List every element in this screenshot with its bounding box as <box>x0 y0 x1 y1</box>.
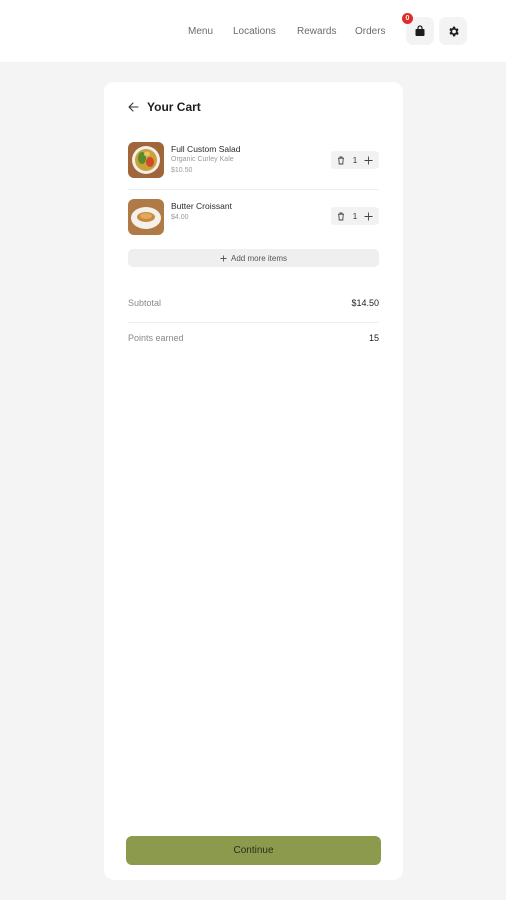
top-navigation: Menu Locations Rewards Orders 0 <box>0 0 506 62</box>
subtotal-value: $14.50 <box>351 298 379 308</box>
cart-item: Full Custom Salad Organic Curley Kale $1… <box>128 142 379 178</box>
nav-link-rewards[interactable]: Rewards <box>297 26 336 38</box>
continue-button[interactable]: Continue <box>126 836 381 865</box>
points-value: 15 <box>368 333 379 343</box>
gear-icon <box>448 26 459 36</box>
arrow-left-icon[interactable] <box>128 102 139 112</box>
quantity-stepper: 1 <box>331 207 379 225</box>
add-more-label: Add more items <box>230 253 288 263</box>
trash-icon[interactable] <box>336 211 346 221</box>
cart-item: Butter Croissant $4.00 1 <box>128 199 379 235</box>
trash-icon[interactable] <box>336 155 346 165</box>
plus-icon <box>220 255 227 261</box>
subtotal-row: Subtotal $14.50 <box>128 298 379 308</box>
plus-icon[interactable] <box>364 211 374 221</box>
croissant-plate-image <box>128 199 164 235</box>
points-row: Points earned 15 <box>128 333 379 343</box>
salad-bowl-image <box>128 142 164 178</box>
cart-panel: Your Cart Full Custom Salad Organic Curl… <box>104 82 403 880</box>
cart-button[interactable]: 0 <box>402 13 434 45</box>
item-description: Organic Curley Kale <box>171 156 234 163</box>
plus-icon[interactable] <box>364 155 374 165</box>
item-name: Butter Croissant <box>171 201 232 211</box>
page-title: Your Cart <box>147 100 201 114</box>
add-more-items-button[interactable]: Add more items <box>128 249 379 267</box>
shopping-bag-icon <box>415 25 425 36</box>
settings-button[interactable] <box>439 17 467 45</box>
divider <box>128 322 379 323</box>
quantity-stepper: 1 <box>331 151 379 169</box>
subtotal-label: Subtotal <box>128 298 162 308</box>
nav-link-orders[interactable]: Orders <box>355 26 386 38</box>
nav-link-locations[interactable]: Locations <box>233 26 276 38</box>
item-quantity: 1 <box>352 211 358 221</box>
item-name: Full Custom Salad <box>171 144 241 154</box>
divider <box>128 189 379 190</box>
cart-count-badge: 0 <box>402 13 413 24</box>
nav-link-menu[interactable]: Menu <box>188 26 213 38</box>
points-label: Points earned <box>128 333 184 343</box>
item-quantity: 1 <box>352 155 358 165</box>
item-price: $4.00 <box>171 214 189 221</box>
item-price: $10.50 <box>171 167 193 174</box>
cart-header[interactable]: Your Cart <box>128 100 201 114</box>
